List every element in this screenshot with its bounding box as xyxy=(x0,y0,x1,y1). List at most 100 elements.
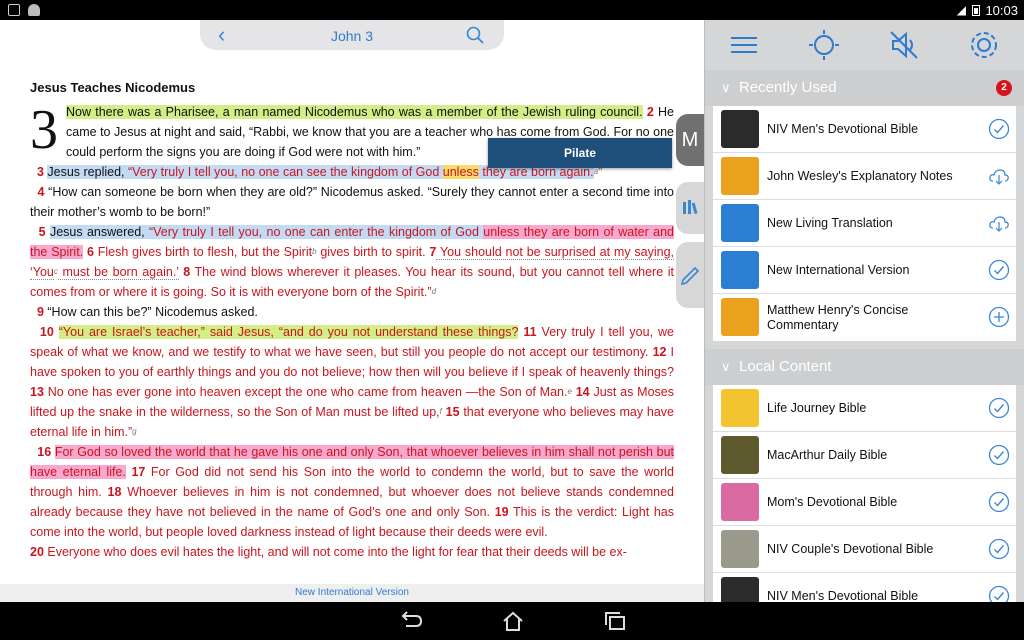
item-label: MacArthur Daily Bible xyxy=(767,448,888,462)
m-tab[interactable]: M xyxy=(676,114,704,166)
section-heading: Jesus Teaches Nicodemus xyxy=(30,80,196,95)
check-circle-icon[interactable] xyxy=(988,259,1010,281)
check-circle-icon[interactable] xyxy=(988,444,1010,466)
verse-number: 3 xyxy=(36,165,44,179)
list-item[interactable]: New International Version xyxy=(713,247,1016,294)
list-item[interactable]: Matthew Henry's Concise Commentary xyxy=(713,294,1016,341)
book-cover-icon xyxy=(721,298,759,336)
library-panel: ∨ Recently Used 2 NIV Men's Devotional B… xyxy=(704,20,1024,602)
verse-number: 9 xyxy=(36,305,44,319)
book-cover-icon xyxy=(721,577,759,602)
verse-9[interactable]: “How can this be?” Nicodemus asked. xyxy=(44,305,258,319)
word-popup-button[interactable]: Pilate xyxy=(488,138,672,168)
item-label: NIV Men's Devotional Bible xyxy=(767,122,919,136)
settings-gear-icon[interactable] xyxy=(967,28,1001,62)
item-label: Matthew Henry's Concise Commentary xyxy=(767,302,909,332)
section-title: Recently Used xyxy=(739,79,837,96)
item-label: Mom's Devotional Bible xyxy=(767,495,898,509)
item-label: John Wesley's Explanatory Notes xyxy=(767,169,953,183)
book-cover-icon xyxy=(721,251,759,289)
verse-7-b[interactable]: must be born again.’ xyxy=(57,265,179,280)
system-nav-bar xyxy=(0,602,1024,640)
check-circle-icon[interactable] xyxy=(988,538,1010,560)
footnote-marker[interactable]: d xyxy=(432,287,436,296)
check-circle-icon[interactable] xyxy=(988,397,1010,419)
mute-icon[interactable] xyxy=(887,28,921,62)
verse-6-b[interactable]: gives birth to spirit. xyxy=(317,245,425,259)
reader-top-bar: ‹ John 3 xyxy=(0,20,704,54)
check-circle-icon[interactable] xyxy=(988,118,1010,140)
verse-3-c[interactable]: unless xyxy=(442,165,479,179)
verse-3-a[interactable]: Jesus replied, xyxy=(47,165,128,179)
status-bar: ◢ 10:03 xyxy=(0,0,1024,20)
pencil-icon xyxy=(680,266,700,286)
verse-number: 19 xyxy=(494,505,509,519)
back-chevron-icon[interactable]: ‹ xyxy=(218,22,225,48)
library-tab[interactable] xyxy=(676,182,704,234)
verse-5-a[interactable]: Jesus answered, xyxy=(49,225,149,239)
translation-footer[interactable]: New International Version xyxy=(0,584,704,602)
verse-6-a[interactable]: Flesh gives birth to flesh, but the Spir… xyxy=(94,245,312,259)
verse-3-b[interactable]: “Very truly I tell you, no one can see t… xyxy=(128,165,443,179)
list-item[interactable]: MacArthur Daily Bible xyxy=(713,432,1016,479)
verse-number: 5 xyxy=(38,225,46,239)
book-cover-icon xyxy=(721,204,759,242)
recent-apps-icon[interactable] xyxy=(602,610,628,632)
verse-1[interactable]: Now there was a Pharisee, a man named Ni… xyxy=(66,105,643,119)
book-cover-icon xyxy=(721,436,759,474)
add-circle-icon[interactable] xyxy=(988,306,1010,328)
list-item[interactable]: Life Journey Bible xyxy=(713,385,1016,432)
footnote-marker[interactable]: g xyxy=(132,427,136,436)
verse-number: 16 xyxy=(37,445,52,459)
verse-number: 12 xyxy=(652,345,667,359)
verse-number: 13 xyxy=(30,385,44,399)
verse-number: 2 xyxy=(646,105,654,119)
list-item[interactable]: John Wesley's Explanatory Notes xyxy=(713,153,1016,200)
verse-number: 15 xyxy=(445,405,460,419)
list-item[interactable]: New Living Translation xyxy=(713,200,1016,247)
list-item[interactable]: NIV Couple's Devotional Bible xyxy=(713,526,1016,573)
battery-icon xyxy=(972,5,980,16)
verse-number: 10 xyxy=(39,325,54,339)
verse-4[interactable]: “How can someone be born when they are o… xyxy=(30,185,674,219)
item-label: New Living Translation xyxy=(767,216,893,230)
footnote-marker[interactable]: f xyxy=(440,407,442,416)
reader-pane: ‹ John 3 Jesus Teaches Nicodemus 3 Now t… xyxy=(0,20,704,602)
chapter-number: 3 xyxy=(30,99,58,161)
list-item[interactable]: NIV Men's Devotional Bible xyxy=(713,573,1016,602)
item-label: New International Version xyxy=(767,263,910,277)
item-label: NIV Couple's Devotional Bible xyxy=(767,542,934,556)
section-title: Local Content xyxy=(739,358,832,375)
verse-number: 17 xyxy=(131,465,146,479)
verse-13[interactable]: No one has ever gone into heaven except … xyxy=(44,385,568,399)
check-circle-icon[interactable] xyxy=(988,491,1010,513)
clock: 10:03 xyxy=(985,3,1018,18)
verse-number: 20 xyxy=(30,545,44,559)
book-cover-icon xyxy=(721,483,759,521)
verse-5-b[interactable]: “Very truly I tell you, no one can enter… xyxy=(148,225,484,239)
footnote-marker[interactable]: e xyxy=(567,387,571,396)
verse-20[interactable]: Everyone who does evil hates the light, … xyxy=(44,545,627,559)
panel-toolbar xyxy=(705,20,1024,70)
back-icon[interactable] xyxy=(398,610,424,632)
local-content-header[interactable]: ∨ Local Content xyxy=(705,349,1024,385)
list-item[interactable]: Mom's Devotional Bible xyxy=(713,479,1016,526)
item-label: Life Journey Bible xyxy=(767,401,867,415)
android-icon xyxy=(28,4,40,16)
search-icon[interactable] xyxy=(466,26,484,44)
chevron-down-icon: ∨ xyxy=(721,80,731,95)
home-icon[interactable] xyxy=(500,610,526,632)
chapter-title[interactable]: John 3 xyxy=(300,28,404,44)
menu-icon[interactable] xyxy=(727,28,761,62)
book-cover-icon xyxy=(721,110,759,148)
annotate-tab[interactable] xyxy=(676,242,704,308)
cloud-download-icon[interactable] xyxy=(988,165,1010,187)
brightness-icon[interactable] xyxy=(807,28,841,62)
recently-used-header[interactable]: ∨ Recently Used 2 xyxy=(705,70,1024,106)
check-circle-icon[interactable] xyxy=(988,585,1010,602)
cloud-download-icon[interactable] xyxy=(988,212,1010,234)
verse-number: 18 xyxy=(107,485,122,499)
verse-10[interactable]: “You are Israel’s teacher,” said Jesus, … xyxy=(58,325,519,339)
passage-text: 3 Now there was a Pharisee, a man named … xyxy=(30,102,674,562)
list-item[interactable]: NIV Men's Devotional Bible xyxy=(713,106,1016,153)
